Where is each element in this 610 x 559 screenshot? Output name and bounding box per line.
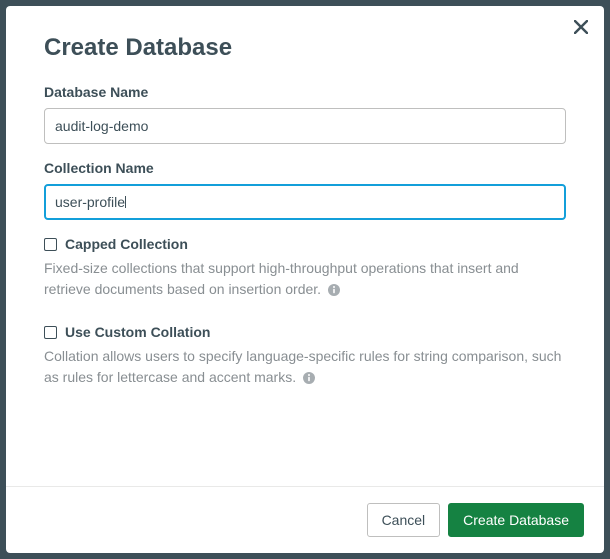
collection-name-field-group: Collection Name user-profile	[44, 160, 566, 220]
create-database-modal: Create Database Database Name Collection…	[6, 6, 604, 553]
custom-collation-checkbox[interactable]	[44, 326, 57, 339]
close-button[interactable]	[574, 20, 588, 34]
capped-collection-help: Fixed-size collections that support high…	[44, 258, 566, 300]
modal-title: Create Database	[44, 34, 566, 62]
create-database-button[interactable]: Create Database	[448, 503, 584, 537]
capped-collection-label: Capped Collection	[65, 236, 188, 252]
database-name-field-group: Database Name	[44, 84, 566, 144]
custom-collation-label: Use Custom Collation	[65, 324, 210, 340]
cancel-button[interactable]: Cancel	[367, 503, 441, 537]
database-name-label: Database Name	[44, 84, 566, 100]
modal-footer: Cancel Create Database	[6, 486, 604, 553]
close-icon	[574, 20, 588, 34]
custom-collation-help: Collation allows users to specify langua…	[44, 346, 566, 388]
database-name-input[interactable]	[44, 108, 566, 144]
capped-collection-option: Capped Collection Fixed-size collections…	[44, 236, 566, 300]
collection-name-input[interactable]: user-profile	[44, 184, 566, 220]
info-icon[interactable]	[302, 371, 316, 385]
capped-collection-checkbox[interactable]	[44, 238, 57, 251]
custom-collation-option: Use Custom Collation Collation allows us…	[44, 324, 566, 388]
collection-name-value: user-profile	[55, 194, 125, 210]
collection-name-label: Collection Name	[44, 160, 566, 176]
info-icon[interactable]	[327, 283, 341, 297]
modal-body: Create Database Database Name Collection…	[6, 6, 604, 486]
